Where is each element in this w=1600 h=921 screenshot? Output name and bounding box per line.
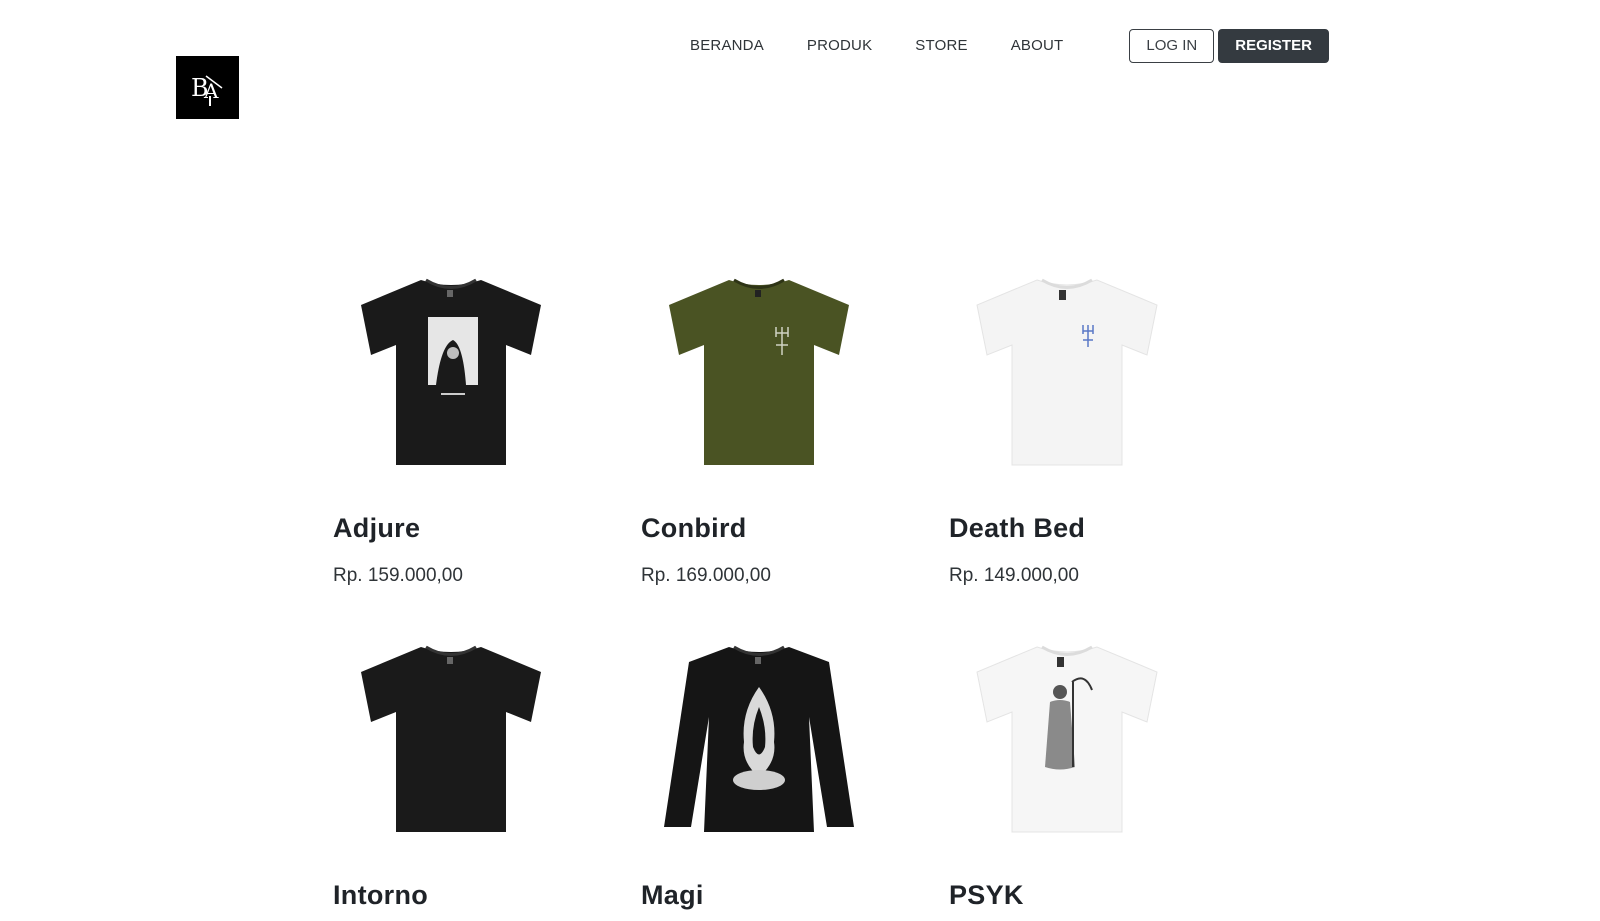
nav-about[interactable]: ABOUT [1011,29,1064,63]
product-name[interactable]: Conbird [641,513,747,544]
product-card-magi[interactable]: Magi [641,632,931,910]
product-card-adjure[interactable]: Adjure Rp. 159.000,00 [333,265,623,586]
product-name[interactable]: Intorno [333,880,428,911]
product-name[interactable]: PSYK [949,880,1024,911]
tshirt-image-conbird[interactable] [649,265,869,475]
product-card-psyk[interactable]: PSYK [949,632,1239,910]
product-card-intorno[interactable]: Intorno [333,632,623,910]
tshirt-image-magi[interactable] [649,632,869,842]
product-name[interactable]: Magi [641,880,704,911]
product-card-conbird[interactable]: Conbird Rp. 169.000,00 [641,265,931,586]
tshirt-image-death-bed[interactable] [957,265,1177,475]
product-price: Rp. 149.000,00 [949,565,1079,586]
tshirt-image-psyk[interactable] [957,632,1177,842]
nav-produk[interactable]: PRODUK [807,29,872,63]
product-name[interactable]: Death Bed [949,513,1085,544]
product-name[interactable]: Adjure [333,513,420,544]
product-card-death-bed[interactable]: Death Bed Rp. 149.000,00 [949,265,1239,586]
register-button[interactable]: REGISTER [1218,29,1329,63]
tshirt-image-intorno[interactable] [341,632,561,842]
brand-logo[interactable]: B A [176,56,239,119]
tshirt-image-adjure[interactable] [341,265,561,475]
main-nav: BERANDA PRODUK STORE ABOUT LOG IN REGIST… [690,29,1329,63]
brand-logo-icon: B A [191,74,222,106]
product-price: Rp. 159.000,00 [333,565,463,586]
product-price: Rp. 169.000,00 [641,565,771,586]
nav-beranda[interactable]: BERANDA [690,29,764,63]
nav-store[interactable]: STORE [915,29,967,63]
login-button[interactable]: LOG IN [1129,29,1215,63]
